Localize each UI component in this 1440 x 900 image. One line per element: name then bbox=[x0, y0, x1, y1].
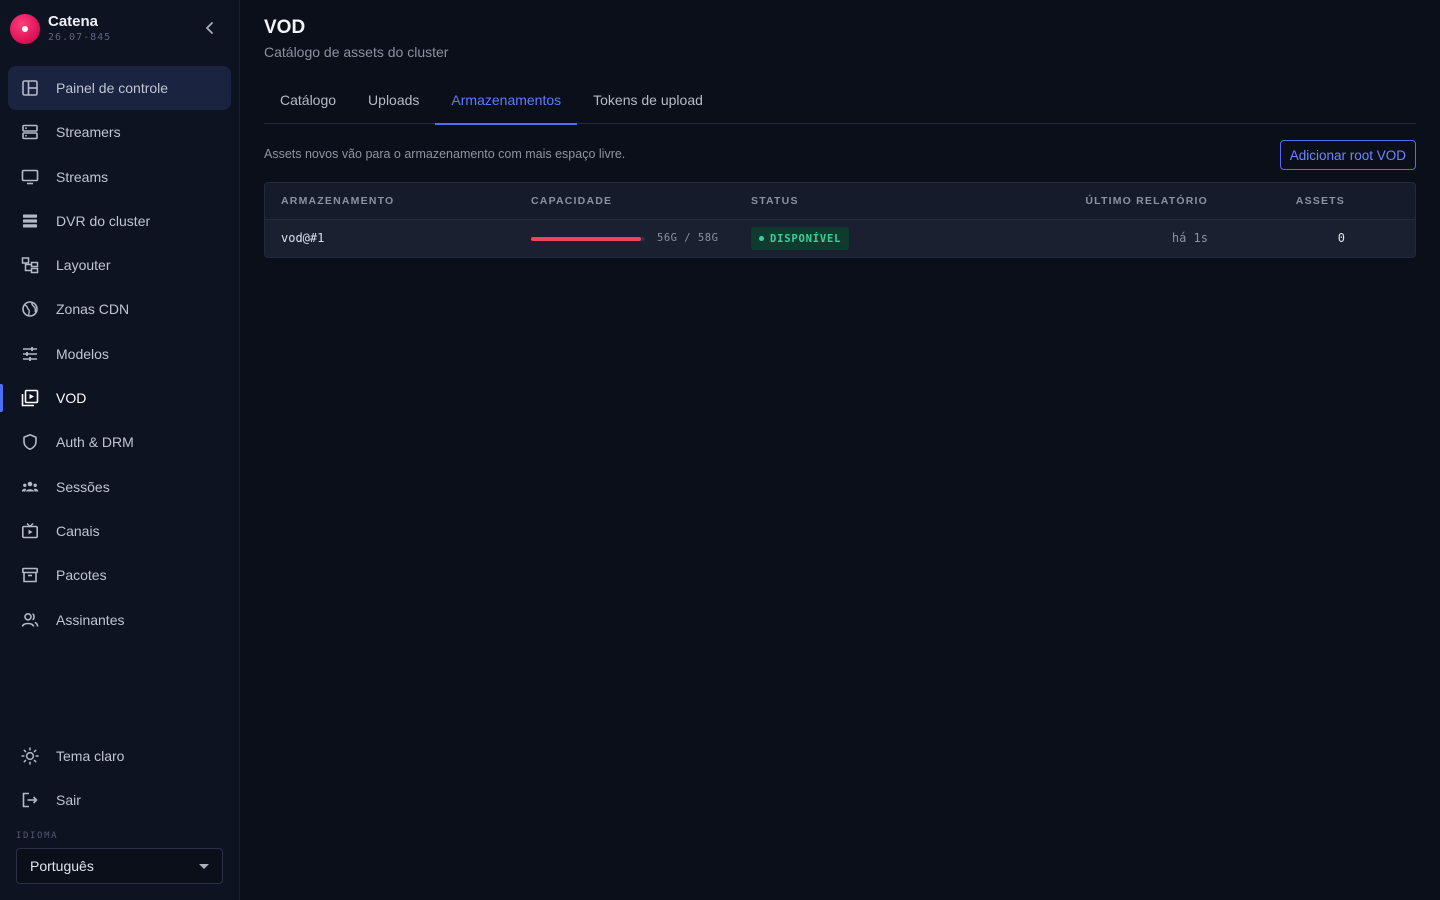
logout-label: Sair bbox=[56, 792, 81, 809]
last-report: há 1s bbox=[1171, 231, 1208, 245]
sidebar-item-label: Auth & DRM bbox=[56, 434, 134, 451]
sidebar-item-pacotes[interactable]: Pacotes bbox=[8, 553, 231, 597]
archive-icon bbox=[20, 566, 39, 585]
sidebar-item-layouter[interactable]: Layouter bbox=[8, 243, 231, 287]
capacity-text: 56G / 58G bbox=[657, 232, 719, 244]
column-header-ultimo-relatorio[interactable]: ÚLTIMO RELATÓRIO bbox=[1085, 195, 1208, 207]
asset-count: 0 bbox=[1337, 231, 1345, 245]
logout-button[interactable]: Sair bbox=[8, 778, 231, 822]
users-group-icon bbox=[20, 477, 39, 496]
sidebar-item-label: Streamers bbox=[56, 124, 121, 141]
status-dot-icon bbox=[759, 236, 764, 241]
tab-catalogo[interactable]: Catálogo bbox=[264, 76, 352, 124]
status-badge: DISPONÍVEL bbox=[751, 227, 850, 250]
column-header-armazenamento[interactable]: ARMAZENAMENTO bbox=[281, 195, 394, 207]
storage-icon bbox=[20, 211, 39, 230]
page-title: VOD bbox=[264, 17, 306, 38]
app-name: Catena bbox=[48, 13, 99, 30]
catena-logo bbox=[10, 14, 40, 44]
storage-name: vod@#1 bbox=[281, 231, 325, 245]
monitor-icon bbox=[20, 167, 39, 186]
add-vod-root-button[interactable]: Adicionar root VOD bbox=[1279, 140, 1416, 170]
sidebar-item-streamers[interactable]: Streamers bbox=[8, 110, 231, 154]
shield-icon bbox=[20, 433, 39, 452]
table-row[interactable]: vod@#1 56G / 58G DISPONÍVEL há 1s 0 bbox=[265, 220, 1415, 257]
info-text: Assets novos vão para o armazenamento co… bbox=[264, 147, 626, 161]
page-subtitle: Catálogo de assets do cluster bbox=[264, 44, 449, 60]
subscribers-icon bbox=[20, 610, 39, 629]
tab-uploads[interactable]: Uploads bbox=[352, 76, 435, 124]
sidebar-bottom: Tema claro Sair bbox=[8, 734, 231, 823]
chevron-left-icon bbox=[206, 22, 213, 34]
sidebar-item-label: Streams bbox=[56, 168, 109, 185]
sidebar-item-painel-de-controle[interactable]: Painel de controle bbox=[8, 66, 231, 110]
main-content: VOD Catálogo de assets do cluster Catálo… bbox=[264, 0, 1416, 900]
column-header-capacidade[interactable]: CAPACIDADE bbox=[531, 195, 612, 207]
active-indicator bbox=[0, 384, 3, 413]
language-select[interactable]: Português bbox=[16, 848, 223, 884]
sidebar-item-dvr-do-cluster[interactable]: DVR do cluster bbox=[8, 199, 231, 243]
globe-icon bbox=[20, 300, 39, 319]
theme-toggle[interactable]: Tema claro bbox=[8, 734, 231, 778]
sidebar-item-label: Modelos bbox=[56, 345, 109, 362]
sidebar-item-zonas-cdn[interactable]: Zonas CDN bbox=[8, 287, 231, 331]
sun-icon bbox=[20, 747, 39, 766]
tab-armazenamentos[interactable]: Armazenamentos bbox=[435, 76, 577, 125]
sidebar: Catena 26.07-845 Painel de controle Stre… bbox=[0, 0, 240, 900]
sidebar-item-modelos[interactable]: Modelos bbox=[8, 332, 231, 376]
column-header-assets[interactable]: ASSETS bbox=[1296, 195, 1345, 207]
sidebar-item-label: Canais bbox=[56, 522, 100, 539]
sidebar-item-label: Assinantes bbox=[56, 611, 125, 628]
language-value: Português bbox=[30, 858, 94, 874]
sidebar-item-assinantes[interactable]: Assinantes bbox=[8, 598, 231, 642]
app-version: 26.07-845 bbox=[48, 32, 112, 43]
sidebar-item-label: Pacotes bbox=[56, 567, 107, 584]
capacity-bar bbox=[531, 237, 645, 241]
logout-icon bbox=[20, 791, 39, 810]
sidebar-item-label: Zonas CDN bbox=[56, 301, 130, 318]
sidebar-item-canais[interactable]: Canais bbox=[8, 509, 231, 553]
dashboard-icon bbox=[20, 79, 39, 98]
sidebar-item-label: DVR do cluster bbox=[56, 212, 151, 229]
storage-table: ARMAZENAMENTO CAPACIDADE STATUS ÚLTIMO R… bbox=[264, 182, 1416, 258]
collapse-sidebar-button[interactable] bbox=[198, 16, 222, 40]
brand: Catena 26.07-845 bbox=[10, 12, 230, 46]
sidebar-item-streams[interactable]: Streams bbox=[8, 155, 231, 199]
tv-icon bbox=[20, 521, 39, 540]
table-header: ARMAZENAMENTO CAPACIDADE STATUS ÚLTIMO R… bbox=[265, 183, 1415, 220]
sidebar-item-auth-drm[interactable]: Auth & DRM bbox=[8, 420, 231, 464]
sidebar-item-vod[interactable]: VOD bbox=[0, 376, 231, 420]
caret-down-icon bbox=[199, 864, 209, 869]
sidebar-item-label: Layouter bbox=[56, 257, 111, 274]
server-icon bbox=[20, 123, 39, 142]
video-library-icon bbox=[20, 389, 39, 408]
column-header-status[interactable]: STATUS bbox=[751, 195, 799, 207]
layout-icon bbox=[20, 256, 39, 275]
sidebar-item-label: Painel de controle bbox=[56, 80, 169, 96]
sliders-icon bbox=[20, 344, 39, 363]
theme-toggle-label: Tema claro bbox=[56, 748, 125, 764]
tab-bar: Catálogo Uploads Armazenamentos Tokens d… bbox=[264, 76, 1416, 125]
sidebar-item-sessoes[interactable]: Sessões bbox=[8, 465, 231, 509]
status-label: DISPONÍVEL bbox=[770, 232, 842, 245]
sidebar-item-label: VOD bbox=[56, 390, 87, 407]
language-label: IDIOMA bbox=[16, 831, 59, 841]
capacity-bar-fill bbox=[531, 237, 642, 241]
tab-tokens-de-upload[interactable]: Tokens de upload bbox=[577, 76, 719, 124]
sidebar-nav: Painel de controle Streamers Streams DVR… bbox=[0, 66, 231, 642]
sidebar-item-label: Sessões bbox=[56, 478, 110, 495]
